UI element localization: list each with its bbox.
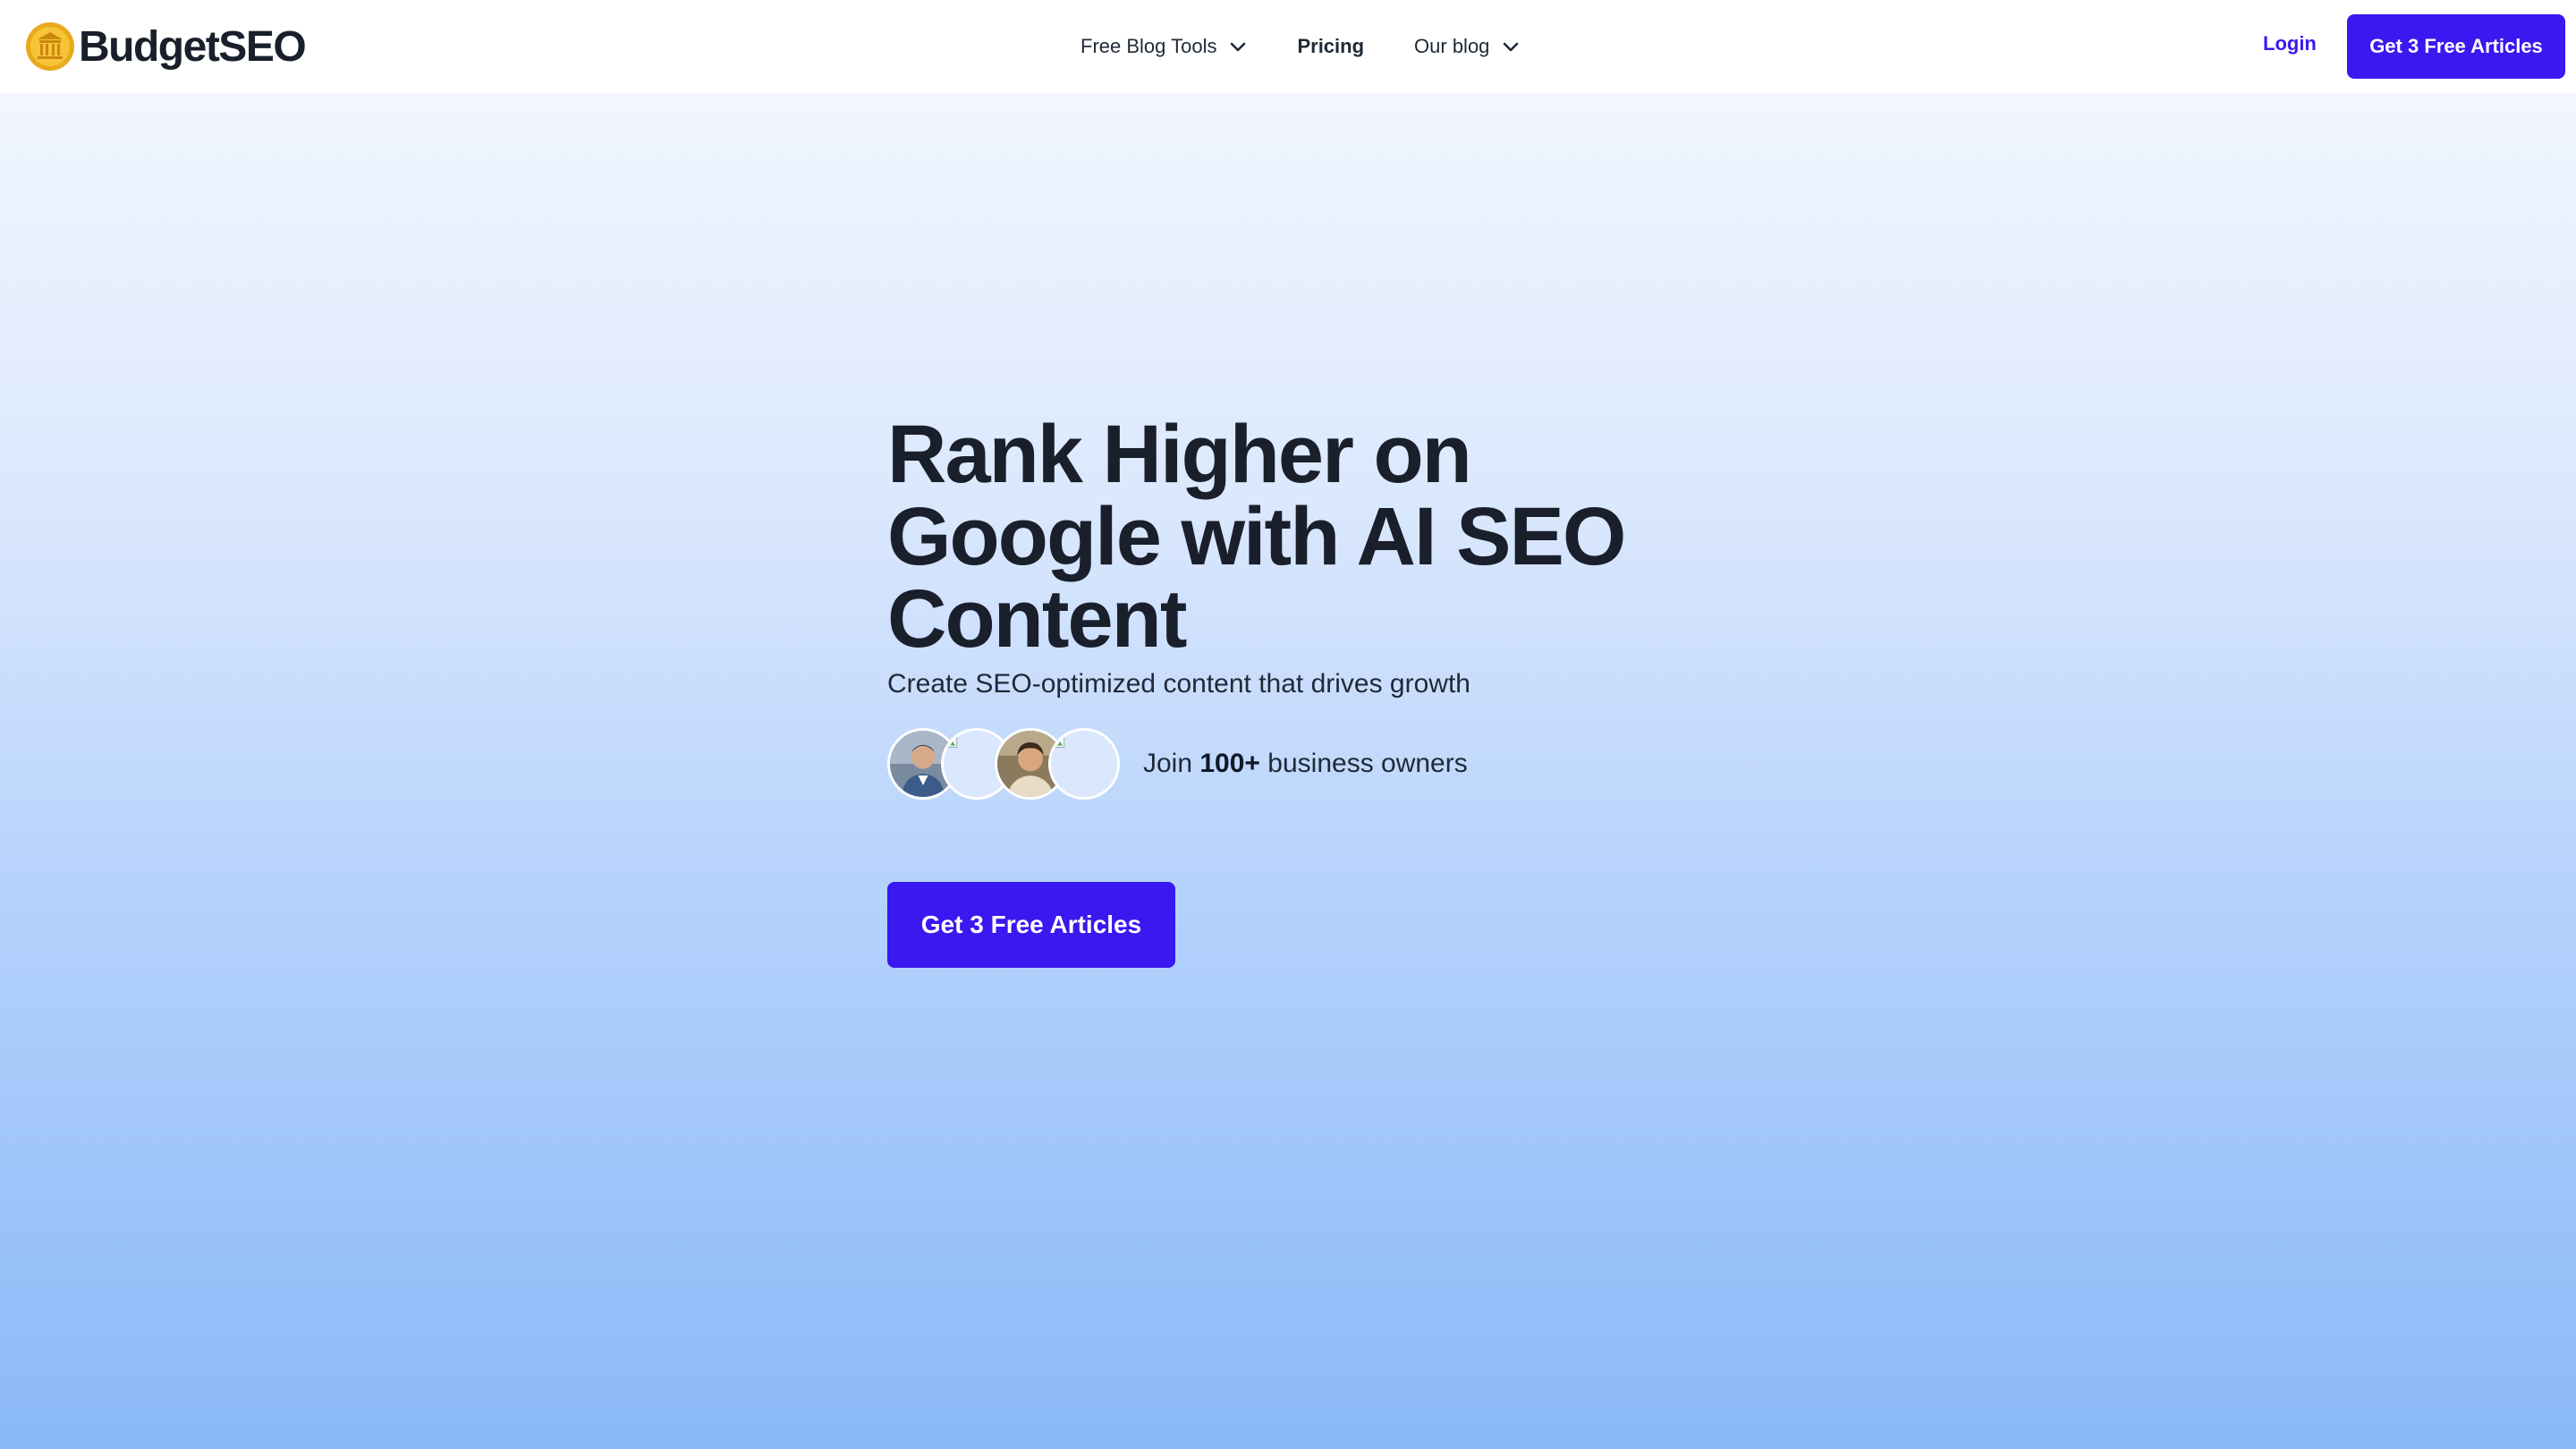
chevron-down-icon bbox=[1231, 42, 1246, 52]
social-proof-suffix: business owners bbox=[1259, 749, 1468, 778]
social-proof-prefix: Join bbox=[1143, 749, 1200, 778]
nav-our-blog-label: Our blog bbox=[1414, 35, 1490, 57]
avatar bbox=[1048, 728, 1120, 800]
top-navbar: BudgetSEO Free Blog Tools Pricing Our bl… bbox=[0, 0, 2576, 93]
nav-free-blog-tools-label: Free Blog Tools bbox=[1080, 35, 1217, 57]
brand-logo-link[interactable]: BudgetSEO bbox=[25, 20, 307, 73]
main-nav: Free Blog Tools Pricing Our blog bbox=[1080, 27, 1520, 66]
nav-free-blog-tools[interactable]: Free Blog Tools bbox=[1080, 35, 1247, 58]
avatar-group bbox=[887, 728, 1120, 800]
social-proof: Join 100+ business owners bbox=[887, 728, 1692, 800]
nav-pricing[interactable]: Pricing bbox=[1297, 35, 1364, 58]
social-proof-text: Join 100+ business owners bbox=[1143, 749, 1468, 779]
nav-pricing-label: Pricing bbox=[1297, 35, 1365, 57]
nav-get-free-articles-button[interactable]: Get 3 Free Articles bbox=[2347, 14, 2565, 79]
hero-title: Rank Higher on Google with AI SEO Conten… bbox=[887, 409, 1626, 665]
chevron-down-icon bbox=[1504, 42, 1519, 52]
nav-our-blog[interactable]: Our blog bbox=[1414, 35, 1520, 58]
social-proof-count: 100+ bbox=[1199, 749, 1260, 778]
login-link[interactable]: Login bbox=[2263, 32, 2317, 55]
hero-section: Rank Higher on Google with AI SEO Conten… bbox=[887, 413, 1692, 968]
coin-bank-icon bbox=[26, 22, 74, 71]
hero-subtitle: Create SEO-optimized content that drives… bbox=[887, 669, 1470, 699]
broken-image-icon bbox=[1051, 731, 1117, 797]
hero-get-free-articles-button[interactable]: Get 3 Free Articles bbox=[887, 882, 1175, 968]
brand-name: BudgetSEO bbox=[79, 22, 307, 71]
